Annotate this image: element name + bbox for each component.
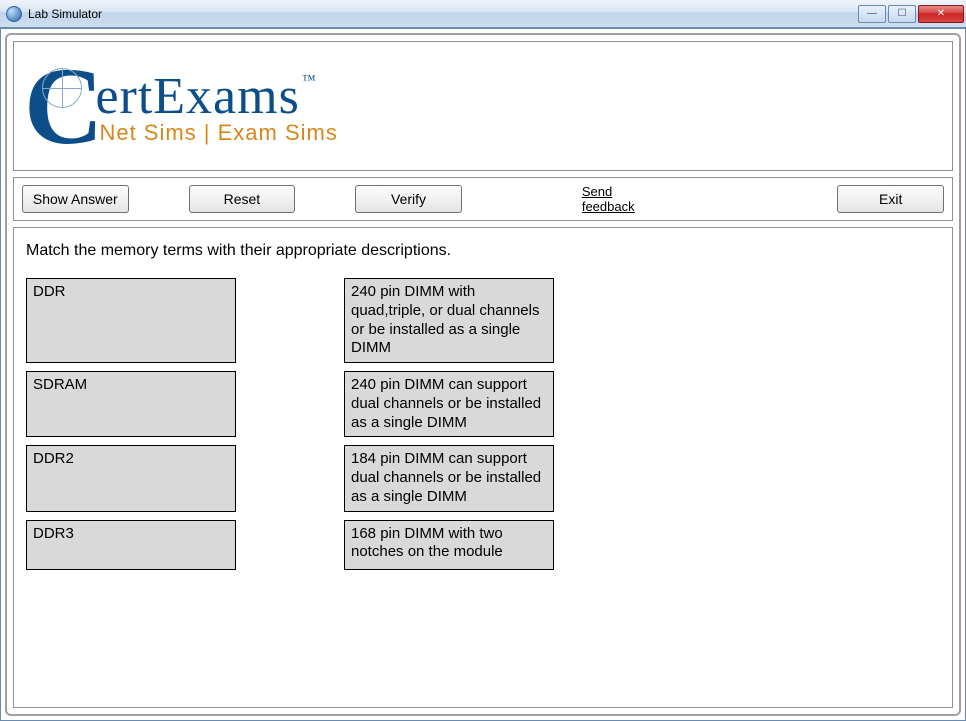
match-term-card[interactable]: DDR3 [26, 520, 236, 570]
send-feedback-link[interactable]: Send feedback [582, 184, 668, 214]
exit-button[interactable]: Exit [837, 185, 944, 213]
window-titlebar: Lab Simulator — ☐ ✕ [0, 0, 966, 28]
toolbar: Show Answer Reset Verify Send feedback E… [13, 177, 953, 221]
match-term-card[interactable]: SDRAM [26, 371, 236, 437]
app-icon [6, 6, 22, 22]
logo-wordmark: ertExams™ [95, 67, 337, 126]
close-icon: ✕ [937, 9, 945, 19]
window-title: Lab Simulator [28, 7, 858, 21]
question-panel: Match the memory terms with their approp… [13, 227, 953, 708]
match-description-card[interactable]: 240 pin DIMM can support dual channels o… [344, 371, 554, 437]
show-answer-button[interactable]: Show Answer [22, 185, 129, 213]
match-description-card[interactable]: 240 pin DIMM with quad,triple, or dual c… [344, 278, 554, 363]
question-prompt: Match the memory terms with their approp… [26, 242, 940, 260]
logo-crosshair-icon [42, 68, 82, 108]
maximize-icon: ☐ [898, 9, 907, 19]
maximize-button[interactable]: ☐ [888, 5, 916, 23]
close-button[interactable]: ✕ [918, 5, 964, 23]
minimize-icon: — [867, 9, 877, 19]
logo-tagline: Net Sims | Exam Sims [95, 120, 337, 146]
app-header: C ertExams™ Net Sims | Exam Sims [13, 41, 953, 171]
logo-mark: C [24, 62, 103, 150]
minimize-button[interactable]: — [858, 5, 886, 23]
verify-button[interactable]: Verify [355, 185, 462, 213]
match-term-card[interactable]: DDR2 [26, 445, 236, 511]
logo: C ertExams™ Net Sims | Exam Sims [24, 62, 338, 150]
match-description-card[interactable]: 184 pin DIMM can support dual channels o… [344, 445, 554, 511]
match-term-card[interactable]: DDR [26, 278, 236, 363]
match-description-card[interactable]: 168 pin DIMM with two notches on the mod… [344, 520, 554, 570]
reset-button[interactable]: Reset [189, 185, 296, 213]
